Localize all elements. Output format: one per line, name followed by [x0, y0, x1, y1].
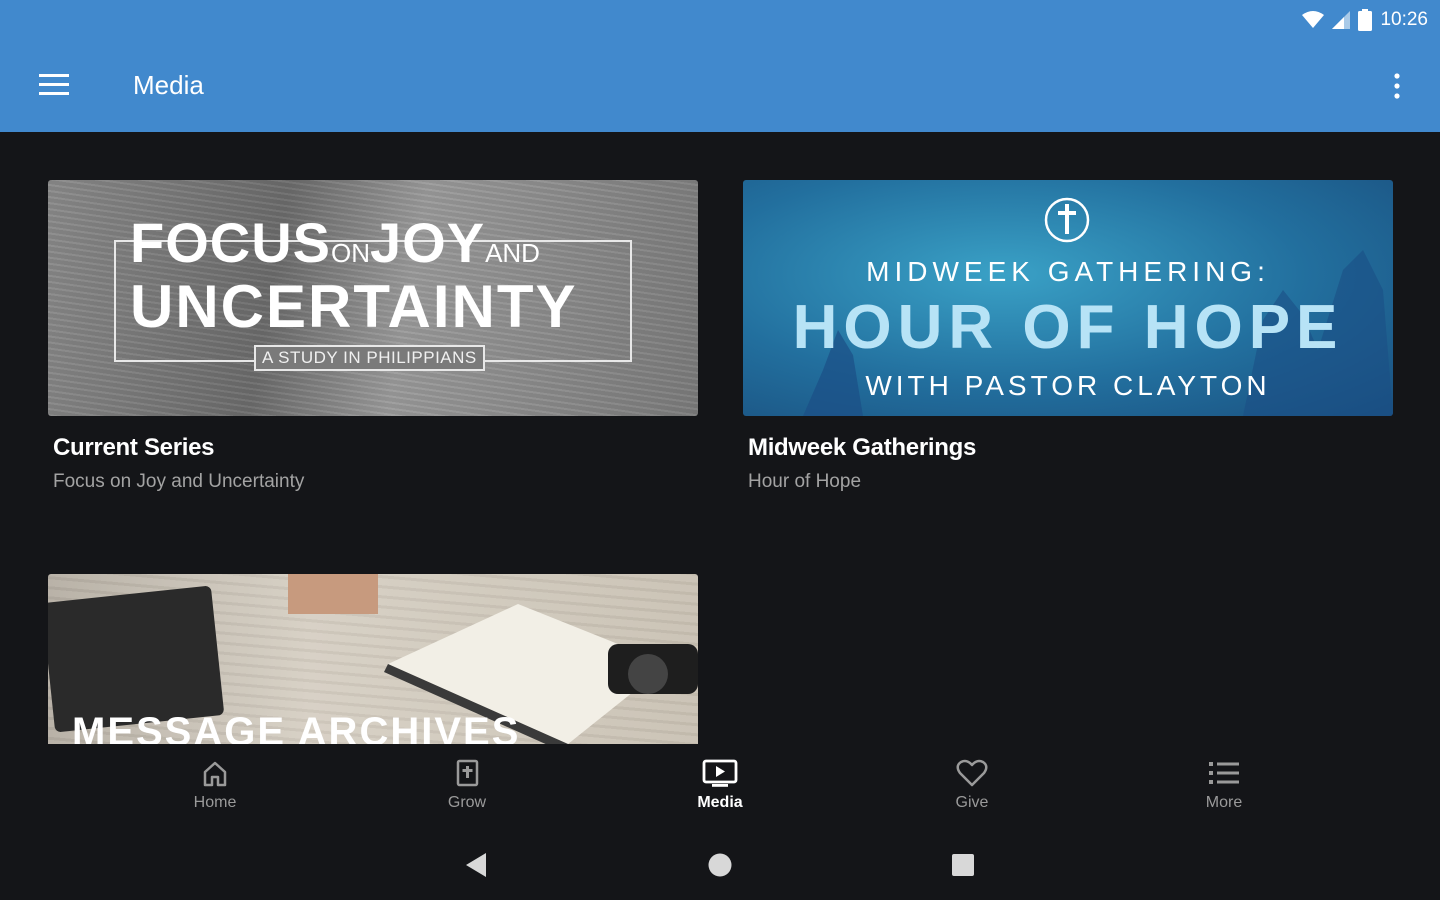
wifi-icon — [1302, 11, 1325, 28]
nav-give[interactable]: Give — [912, 758, 1032, 812]
signal-icon — [1332, 11, 1351, 29]
series-card-midweek[interactable]: MIDWEEK GATHERING: HOUR OF HOPE WITH PAS… — [743, 180, 1393, 493]
system-home-button[interactable] — [700, 850, 740, 880]
hamburger-menu-icon — [39, 74, 69, 95]
card-subtitle: Focus on Joy and Uncertainty — [53, 471, 305, 492]
thumb-subtitle: A STUDY IN PHILIPPIANS — [254, 345, 485, 371]
series-thumbnail[interactable]: MESSAGE ARCHIVES — [48, 574, 698, 744]
heart-icon — [956, 759, 988, 787]
thumb-title: MESSAGE ARCHIVES — [72, 710, 521, 744]
app-bar: 10:26 Media — [0, 0, 1440, 132]
recents-icon — [952, 854, 974, 876]
menu-button[interactable] — [28, 62, 80, 108]
more-vert-icon — [1394, 73, 1400, 99]
series-card-current[interactable]: FOCUSONJOYAND UNCERTAINTY A STUDY IN PHI… — [48, 180, 698, 493]
overflow-menu-button[interactable] — [1382, 66, 1412, 106]
home-circle-icon — [708, 853, 732, 877]
home-icon — [203, 761, 227, 787]
series-card-archives[interactable]: MESSAGE ARCHIVES — [48, 574, 698, 744]
thumb-title-line3: WITH PASTOR CLAYTON — [865, 370, 1271, 401]
series-thumbnail[interactable]: FOCUSONJOYAND UNCERTAINTY A STUDY IN PHI… — [48, 180, 698, 416]
thumb-title-line2: UNCERTAINTY — [130, 273, 578, 340]
status-bar: 10:26 — [1302, 8, 1428, 32]
series-thumbnail[interactable]: MIDWEEK GATHERING: HOUR OF HOPE WITH PAS… — [743, 180, 1393, 416]
nav-label: More — [1205, 794, 1243, 811]
card-subtitle: Hour of Hope — [748, 471, 862, 492]
tv-play-icon — [702, 759, 738, 787]
nav-label: Home — [193, 794, 237, 811]
thumb-title-line1: FOCUSONJOYAND — [130, 211, 540, 274]
page-title: Media — [133, 70, 204, 100]
card-title: Current Series — [53, 434, 215, 461]
nav-grow[interactable]: Grow — [407, 758, 527, 812]
status-time: 10:26 — [1380, 9, 1428, 30]
media-content: FOCUSONJOYAND UNCERTAINTY A STUDY IN PHI… — [0, 132, 1440, 744]
nav-home[interactable]: Home — [155, 758, 275, 812]
nav-media[interactable]: Media — [660, 758, 780, 812]
nav-label: Grow — [447, 794, 487, 811]
system-navigation — [0, 828, 1440, 900]
bible-icon — [456, 759, 479, 787]
battery-icon — [1358, 9, 1373, 31]
card-title: Midweek Gatherings — [748, 434, 976, 461]
thumb-title-line2: HOUR OF HOPE — [792, 293, 1344, 362]
nav-label: Give — [955, 794, 989, 811]
back-icon — [466, 853, 486, 877]
church-logo-icon — [1044, 197, 1090, 243]
nav-more[interactable]: More — [1164, 758, 1284, 812]
system-back-button[interactable] — [456, 850, 496, 880]
nav-label: Media — [697, 794, 743, 811]
list-icon — [1209, 762, 1239, 784]
system-recents-button[interactable] — [943, 850, 983, 880]
bottom-navigation: Home Grow Media Give More — [0, 744, 1440, 828]
thumb-title-line1: MIDWEEK GATHERING: — [866, 256, 1270, 287]
